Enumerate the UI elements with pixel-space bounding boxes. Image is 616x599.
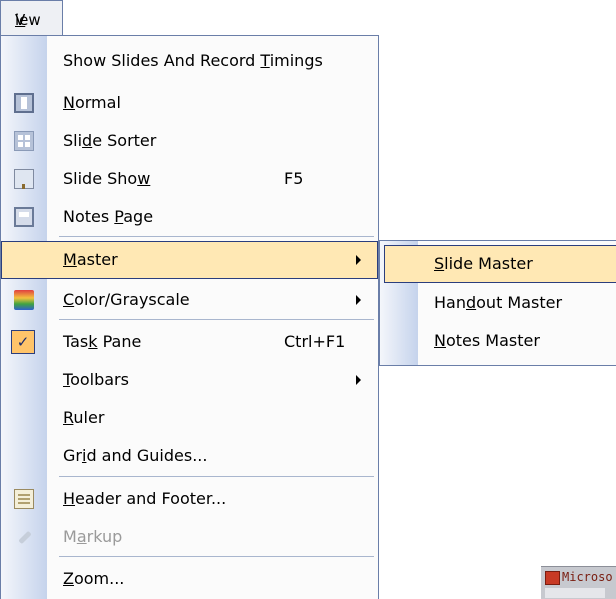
menu-item-normal[interactable]: Normal xyxy=(1,84,378,122)
master-submenu: Slide Master Handout Master Notes Master xyxy=(379,240,616,366)
menu-item-show-slides-record-timings[interactable]: Show Slides And Record Timings xyxy=(1,42,378,80)
submenu-item-label: Slide Master xyxy=(434,254,533,273)
view-menu: Show Slides And Record Timings Normal Sl… xyxy=(0,35,379,599)
menu-item-label: Master xyxy=(63,250,118,269)
menu-item-notes-page[interactable]: Notes Page xyxy=(1,198,378,236)
submenu-arrow-icon xyxy=(356,375,361,385)
menu-item-ruler[interactable]: Ruler xyxy=(1,399,378,437)
menu-separator xyxy=(59,236,374,237)
normal-view-icon xyxy=(14,93,34,113)
menu-item-label: Toolbars xyxy=(63,370,129,389)
menu-item-label: Slide Show xyxy=(63,169,151,188)
menu-item-shortcut: F5 xyxy=(284,169,304,188)
taskbar-window-button[interactable]: Microso xyxy=(541,566,616,599)
menu-item-label: Markup xyxy=(63,527,123,546)
submenu-arrow-icon xyxy=(356,295,361,305)
menu-item-master[interactable]: Master xyxy=(1,241,378,279)
menu-item-color-grayscale[interactable]: Color/Grayscale xyxy=(1,281,378,319)
menu-item-task-pane[interactable]: ✓ Task Pane Ctrl+F1 xyxy=(1,323,378,361)
menu-item-label: Color/Grayscale xyxy=(63,290,190,309)
check-icon: ✓ xyxy=(11,330,35,354)
submenu-item-notes-master[interactable]: Notes Master xyxy=(380,322,616,360)
menu-item-grid-and-guides[interactable]: Grid and Guides... xyxy=(1,437,378,475)
menu-separator xyxy=(59,319,374,320)
menu-item-label: Task Pane xyxy=(63,332,142,351)
menu-item-label: Normal xyxy=(63,93,121,112)
menu-item-header-and-footer[interactable]: Header and Footer... xyxy=(1,480,378,518)
header-footer-icon xyxy=(14,489,34,509)
menu-separator xyxy=(59,556,374,557)
menu-item-slide-sorter[interactable]: Slide Sorter xyxy=(1,122,378,160)
slide-sorter-icon xyxy=(14,131,34,151)
menu-item-label: Show Slides And Record Timings xyxy=(63,51,323,70)
menu-view[interactable]: View xyxy=(0,0,63,36)
submenu-item-slide-master[interactable]: Slide Master xyxy=(384,245,616,283)
notes-page-icon xyxy=(14,207,34,227)
menu-item-label: Notes Page xyxy=(63,207,154,226)
menu-item-toolbars[interactable]: Toolbars xyxy=(1,361,378,399)
menu-item-label: Grid and Guides... xyxy=(63,446,208,465)
submenu-item-label: Notes Master xyxy=(434,331,540,350)
taskbar-window-title: Microso xyxy=(562,570,613,584)
menu-item-label: Ruler xyxy=(63,408,105,427)
powerpoint-app-icon xyxy=(545,571,560,585)
menu-item-slide-show[interactable]: Slide Show F5 xyxy=(1,160,378,198)
submenu-item-label: Handout Master xyxy=(434,293,563,312)
menu-item-label: Header and Footer... xyxy=(63,489,227,508)
slide-show-icon xyxy=(14,169,34,189)
markup-icon xyxy=(14,527,34,547)
menu-view-label-rest: iew xyxy=(15,11,41,29)
submenu-arrow-icon xyxy=(356,255,361,265)
menu-item-label: Slide Sorter xyxy=(63,131,157,150)
menu-item-label: Zoom... xyxy=(63,569,125,588)
submenu-item-handout-master[interactable]: Handout Master xyxy=(380,284,616,322)
color-grayscale-icon xyxy=(14,290,34,310)
menu-separator xyxy=(59,476,374,477)
menu-item-markup: Markup xyxy=(1,518,378,556)
taskbar-strip xyxy=(545,588,605,598)
menu-item-shortcut: Ctrl+F1 xyxy=(284,332,346,351)
menu-item-zoom[interactable]: Zoom... xyxy=(1,560,378,598)
